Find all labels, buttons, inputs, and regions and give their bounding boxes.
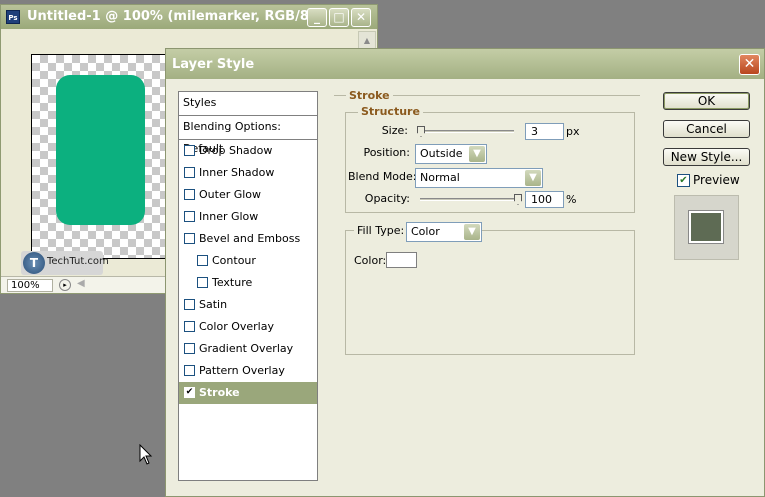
blend-mode-label: Blend Mode: <box>348 170 417 183</box>
style-item-outer-glow[interactable]: Outer Glow <box>179 184 317 206</box>
opacity-slider[interactable] <box>420 198 520 201</box>
style-checkbox[interactable] <box>184 343 195 354</box>
size-input[interactable]: 3 <box>525 123 564 140</box>
style-item-bevel-and-emboss[interactable]: Bevel and Emboss <box>179 228 317 250</box>
style-checkbox[interactable]: ✔ <box>184 387 195 398</box>
style-checkbox[interactable] <box>184 299 195 310</box>
style-checkbox[interactable] <box>184 145 195 156</box>
style-item-label: Drop Shadow <box>199 144 273 157</box>
fill-type-select[interactable]: Color ▼ <box>406 222 482 242</box>
style-item-pattern-overlay[interactable]: Pattern Overlay <box>179 360 317 382</box>
size-label: Size: <box>381 124 408 137</box>
styles-list: Styles Blending Options: Default Drop Sh… <box>178 91 318 481</box>
position-value: Outside <box>420 147 463 160</box>
color-swatch[interactable] <box>386 252 417 268</box>
preview-label: Preview <box>693 173 740 187</box>
style-item-contour[interactable]: Contour <box>179 250 317 272</box>
ok-button[interactable]: OK <box>663 92 750 110</box>
style-checkbox[interactable] <box>184 167 195 178</box>
style-item-label: Contour <box>212 254 256 267</box>
size-slider[interactable] <box>420 130 514 133</box>
style-item-label: Outer Glow <box>199 188 262 201</box>
status-bar: 100% ▸ ◀ <box>1 276 171 293</box>
style-item-label: Texture <box>212 276 253 289</box>
style-item-color-overlay[interactable]: Color Overlay <box>179 316 317 338</box>
style-item-gradient-overlay[interactable]: Gradient Overlay <box>179 338 317 360</box>
chevron-down-icon[interactable]: ▼ <box>464 224 480 240</box>
preview-thumbnail <box>674 195 739 260</box>
style-checkbox[interactable] <box>197 255 208 266</box>
photoshop-icon: Ps <box>6 10 20 24</box>
position-select[interactable]: Outside ▼ <box>415 144 487 164</box>
status-menu-icon[interactable]: ▸ <box>59 279 71 291</box>
preview-swatch <box>688 210 724 244</box>
style-item-drop-shadow[interactable]: Drop Shadow <box>179 140 317 162</box>
color-label: Color: <box>354 254 387 267</box>
techtut-logo-text: TechTut.com <box>47 256 109 267</box>
style-checkbox[interactable] <box>184 365 195 376</box>
document-title: Untitled-1 @ 100% (milemarker, RGB/8) <box>27 9 315 24</box>
style-item-label: Color Overlay <box>199 320 274 333</box>
techtut-logo-icon: T <box>23 252 45 274</box>
size-unit: px <box>566 125 580 138</box>
position-label: Position: <box>363 146 410 159</box>
style-item-inner-shadow[interactable]: Inner Shadow <box>179 162 317 184</box>
structure-title: Structure <box>358 105 423 118</box>
style-item-label: Bevel and Emboss <box>199 232 301 245</box>
dialog-close-icon[interactable]: ✕ <box>739 54 760 75</box>
style-item-label: Inner Glow <box>199 210 259 223</box>
dialog-title: Layer Style <box>172 57 255 72</box>
style-checkbox[interactable] <box>197 277 208 288</box>
opacity-unit: % <box>566 193 577 206</box>
scroll-left-arrow-icon[interactable]: ◀ <box>77 278 85 289</box>
document-title-bar[interactable]: Ps Untitled-1 @ 100% (milemarker, RGB/8)… <box>1 5 377 29</box>
minimize-icon[interactable]: _ <box>307 8 327 27</box>
style-item-satin[interactable]: Satin <box>179 294 317 316</box>
fill-type-value: Color <box>411 225 440 238</box>
mouse-pointer-icon <box>139 444 153 465</box>
maximize-icon[interactable]: □ <box>329 8 349 27</box>
zoom-field[interactable]: 100% <box>7 279 53 292</box>
blend-mode-value: Normal <box>420 171 460 184</box>
fill-group <box>345 230 635 355</box>
chevron-down-icon[interactable]: ▼ <box>469 146 485 162</box>
fill-type-label: Fill Type: <box>354 224 408 237</box>
blend-mode-select[interactable]: Normal ▼ <box>415 168 543 188</box>
style-checkbox[interactable] <box>184 321 195 332</box>
opacity-input[interactable]: 100 <box>525 191 564 208</box>
opacity-label: Opacity: <box>364 192 410 205</box>
style-item-label: Stroke <box>199 386 240 399</box>
close-icon[interactable]: ✕ <box>351 8 371 27</box>
style-item-inner-glow[interactable]: Inner Glow <box>179 206 317 228</box>
cancel-button[interactable]: Cancel <box>663 120 750 138</box>
new-style-button[interactable]: New Style... <box>663 148 750 166</box>
stroke-section-title: Stroke <box>346 89 393 102</box>
chevron-down-icon[interactable]: ▼ <box>525 170 541 186</box>
blending-options[interactable]: Blending Options: Default <box>179 116 317 155</box>
dialog-title-bar[interactable]: Layer Style ✕ <box>166 49 764 79</box>
style-item-stroke[interactable]: ✔ Stroke <box>179 382 317 404</box>
style-item-label: Satin <box>199 298 228 311</box>
style-checkbox[interactable] <box>184 189 195 200</box>
preview-checkbox[interactable]: ✔ <box>677 174 690 187</box>
style-checkbox[interactable] <box>184 233 195 244</box>
canvas[interactable] <box>31 54 171 259</box>
rounded-rectangle-shape[interactable] <box>56 75 145 225</box>
techtut-logo: T TechTut.com <box>21 251 109 275</box>
styles-header[interactable]: Styles <box>179 92 317 116</box>
style-item-label: Gradient Overlay <box>199 342 294 355</box>
style-item-texture[interactable]: Texture <box>179 272 317 294</box>
style-checkbox[interactable] <box>184 211 195 222</box>
style-item-label: Inner Shadow <box>199 166 275 179</box>
layer-style-dialog: Layer Style ✕ Styles Blending Options: D… <box>165 48 765 497</box>
style-item-label: Pattern Overlay <box>199 364 285 377</box>
